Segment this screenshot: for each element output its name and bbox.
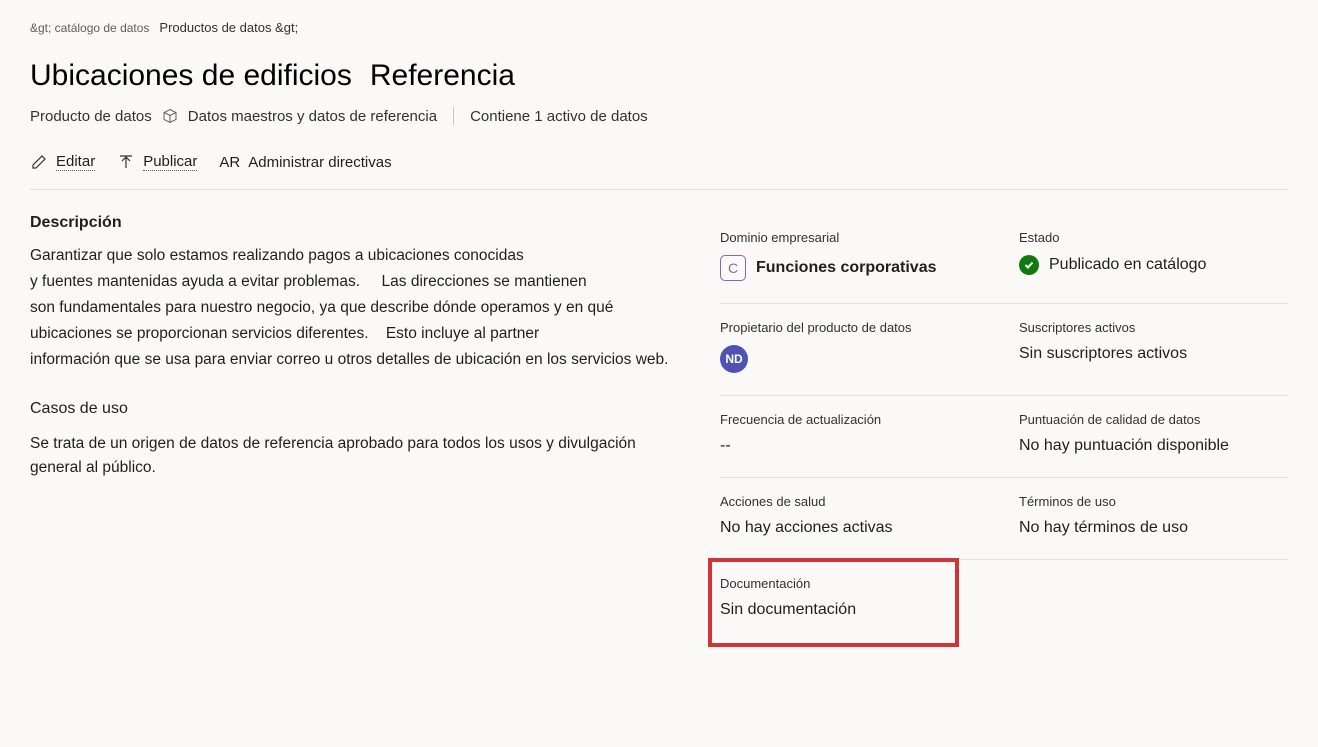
usecases-heading: Casos de uso xyxy=(30,400,680,418)
info-documentation: Documentación Sin documentación xyxy=(720,560,989,641)
description-body: Garantizar que solo estamos realizando p… xyxy=(30,244,680,372)
info-domain: Dominio empresarial C Funciones corporat… xyxy=(720,214,989,303)
cube-icon xyxy=(162,108,178,124)
pencil-icon xyxy=(30,153,48,171)
publish-button[interactable]: Publicar xyxy=(117,153,197,171)
info-subscribers: Suscriptores activos Sin suscriptores ac… xyxy=(1019,304,1288,395)
info-quality: Puntuación de calidad de datos No hay pu… xyxy=(1019,396,1288,477)
status-value: Publicado en catálogo xyxy=(1049,256,1206,274)
info-status: Estado Publicado en catálogo xyxy=(1019,214,1288,303)
info-terms: Términos de uso No hay términos de uso xyxy=(1019,478,1288,559)
page-category: Referencia xyxy=(370,59,515,93)
manage-policies-label: Administrar directivas xyxy=(248,154,391,171)
edit-label: Editar xyxy=(56,153,95,171)
check-circle-icon xyxy=(1019,255,1039,275)
page-title: Ubicaciones de edificios xyxy=(30,59,352,93)
publish-label: Publicar xyxy=(143,153,197,171)
info-health: Acciones de salud No hay acciones activa… xyxy=(720,478,989,559)
owner-avatar: ND xyxy=(720,345,748,373)
manage-policies-button[interactable]: AR Administrar directivas xyxy=(219,154,391,171)
domain-badge-icon: C xyxy=(720,255,746,281)
subtype-label: Datos maestros y datos de referencia xyxy=(188,108,437,125)
usecases-text: Se trata de un origen de datos de refere… xyxy=(30,432,680,480)
breadcrumb-products[interactable]: Productos de datos &gt; xyxy=(159,20,298,35)
description-heading: Descripción xyxy=(30,214,680,232)
meta-divider xyxy=(453,107,454,125)
contains-label: Contiene 1 activo de datos xyxy=(470,108,648,125)
breadcrumb[interactable]: &gt; catálogo de datos Productos de dato… xyxy=(30,20,1288,35)
domain-value: Funciones corporativas xyxy=(756,259,937,277)
info-owner: Propietario del producto de datos ND xyxy=(720,304,989,395)
breadcrumb-catalog[interactable]: &gt; catálogo de datos xyxy=(30,21,149,35)
ar-badge: AR xyxy=(219,154,240,171)
type-label: Producto de datos xyxy=(30,108,152,125)
info-frequency: Frecuencia de actualización -- xyxy=(720,396,989,477)
edit-button[interactable]: Editar xyxy=(30,153,95,171)
upload-icon xyxy=(117,153,135,171)
